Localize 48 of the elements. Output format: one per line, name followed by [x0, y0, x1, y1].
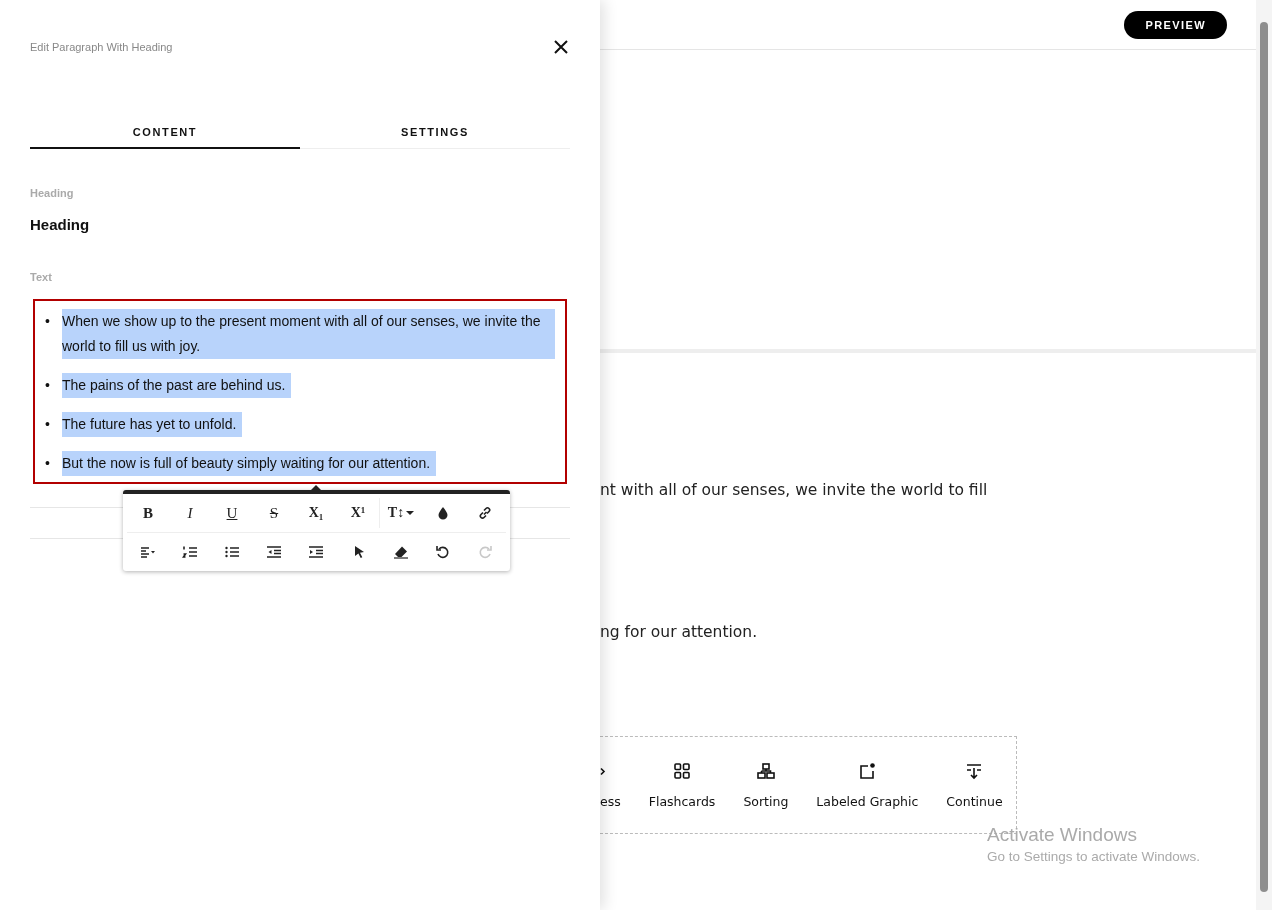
list-item-text: When we show up to the present moment with all of our senses, we invite the world to fill us with joy. — [62, 309, 555, 359]
square-dot-icon — [858, 761, 877, 780]
undo-icon — [434, 544, 451, 560]
underline-button[interactable]: U — [211, 498, 253, 528]
bullet-marker: • — [45, 376, 51, 395]
block-option[interactable]: Continue — [942, 761, 1007, 809]
subscript-button[interactable]: X₁ — [295, 498, 337, 528]
tab[interactable]: CONTENT — [30, 126, 300, 149]
text-editor[interactable] — [33, 299, 567, 484]
paragraph-text: ng for our attention. — [600, 623, 759, 641]
eraser-icon — [392, 544, 409, 560]
block-option[interactable]: Labeled Graphic — [812, 761, 923, 809]
align-left-icon — [140, 544, 157, 560]
drawer-title: Edit Paragraph With Heading — [30, 41, 173, 53]
list-item-text: But the now is full of beauty simply waiting for our attention. — [62, 451, 437, 476]
close-icon[interactable] — [554, 40, 568, 54]
bullet-marker: • — [45, 415, 51, 434]
activation-title: Activate Windows — [987, 824, 1138, 846]
chevron-icon — [600, 766, 606, 776]
superscript-button[interactable]: X¹ — [337, 498, 379, 528]
bullet-list-icon — [224, 544, 241, 560]
outdent-icon — [266, 544, 283, 560]
link-icon — [477, 505, 493, 521]
grid-icon — [673, 761, 692, 780]
bold-button[interactable]: B — [127, 498, 169, 528]
list-item-text: The future has yet to unfold. — [62, 412, 243, 437]
field-label: Text — [30, 271, 53, 283]
font-size-button[interactable]: T↕ — [379, 498, 422, 528]
block-option[interactable]: Flashcards — [644, 761, 720, 809]
bullet-marker: • — [45, 312, 51, 331]
italic-button[interactable]: I — [169, 498, 211, 528]
activation-subtitle: Go to Settings to activate Windows. — [987, 849, 1201, 864]
heading-field[interactable]: Heading — [30, 216, 570, 233]
caret-icon — [406, 510, 415, 516]
paragraph-text: nt with all of our senses, we invite the world to fill — [600, 481, 989, 499]
list-item-text: The pains of the past are behind us. — [62, 373, 292, 398]
arrow-down-icon — [965, 761, 984, 780]
strikethrough-button[interactable]: S — [253, 498, 295, 528]
blocks-icon — [756, 761, 775, 780]
tab[interactable]: SETTINGS — [300, 126, 570, 149]
block-option[interactable]: Sorting — [739, 761, 793, 809]
numbered-list-icon — [182, 544, 199, 560]
scrollbar[interactable] — [1256, 0, 1272, 910]
preview-button[interactable]: PREVIEW — [1124, 11, 1227, 39]
block-option[interactable]: ess — [600, 761, 621, 809]
bullet-marker: • — [45, 454, 51, 473]
indent-icon — [308, 544, 325, 560]
field-label: Heading — [30, 187, 75, 199]
